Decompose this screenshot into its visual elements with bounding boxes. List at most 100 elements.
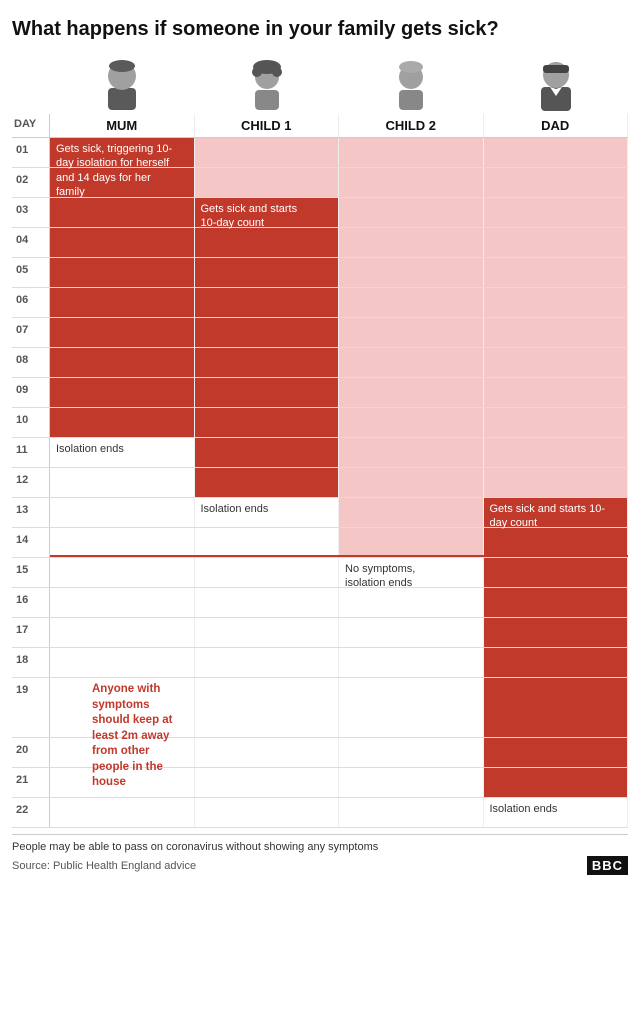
dad-day17 (484, 618, 629, 647)
row-01: 01 Gets sick, triggering 10-day isolatio… (12, 138, 628, 168)
mum-day13 (50, 498, 195, 527)
dad-icon (528, 54, 584, 114)
child2-day02 (339, 168, 484, 197)
mum-day16 (50, 588, 195, 617)
child1-iso-end: Isolation ends (197, 500, 273, 518)
child1-day02 (195, 168, 340, 197)
row-19: 19 Anyone with symptoms should keep at l… (12, 678, 628, 738)
mum-day01: Gets sick, triggering 10-day isolation f… (50, 138, 195, 167)
dad-day18 (484, 648, 629, 677)
day-header: DAY (12, 114, 50, 137)
page-title: What happens if someone in your family g… (12, 16, 628, 42)
child1-day01 (195, 138, 340, 167)
child1-day16 (195, 588, 340, 617)
mum-day03 (50, 198, 195, 227)
mum-day14 (50, 528, 195, 557)
child1-day15 (195, 558, 340, 587)
footer: People may be able to pass on coronaviru… (12, 834, 628, 875)
child2-icon (383, 54, 439, 114)
child2-day10 (339, 408, 484, 437)
dad-day14 (484, 528, 629, 557)
mum-day09 (50, 378, 195, 407)
child2-icon-col (339, 54, 484, 114)
row-08: 08 (12, 348, 628, 378)
child1-day07 (195, 318, 340, 347)
child1-day21 (195, 768, 340, 797)
row-16: 16 (12, 588, 628, 618)
row-18: 18 (12, 648, 628, 678)
mum-day12 (50, 468, 195, 497)
annotation-text: Anyone with symptoms should keep at leas… (92, 682, 190, 791)
dad-day19 (484, 678, 629, 737)
dad-day12 (484, 468, 629, 497)
header-row: DAY MUM CHILD 1 CHILD 2 DAD (12, 114, 628, 138)
child1-day05 (195, 258, 340, 287)
chart-area: DAY MUM CHILD 1 CHILD 2 DAD 01 Gets sick… (12, 54, 628, 875)
child2-day07 (339, 318, 484, 347)
row-13: 13 Isolation ends Gets sick and starts 1… (12, 498, 628, 528)
child2-day12 (339, 468, 484, 497)
child1-day08 (195, 348, 340, 377)
child1-day06 (195, 288, 340, 317)
child1-icon (239, 54, 295, 114)
mum-day06 (50, 288, 195, 317)
child2-day05 (339, 258, 484, 287)
mum-day15 (50, 558, 195, 587)
dad-day08 (484, 348, 629, 377)
dad-day22: Isolation ends (484, 798, 629, 827)
mum-day05 (50, 258, 195, 287)
dad-day11 (484, 438, 629, 467)
row-17: 17 (12, 618, 628, 648)
child1-day19 (195, 678, 340, 737)
row-02: 02 (12, 168, 628, 198)
child2-day13 (339, 498, 484, 527)
footer-source-text: Source: Public Health England advice (12, 860, 196, 872)
child2-day22 (339, 798, 484, 827)
red-divider-line (50, 555, 628, 557)
child1-day11 (195, 438, 340, 467)
child2-day11 (339, 438, 484, 467)
row-04: 04 (12, 228, 628, 258)
child1-day20 (195, 738, 340, 767)
child1-col-header: CHILD 1 (195, 114, 340, 137)
child2-day14 (339, 528, 484, 557)
child2-day18 (339, 648, 484, 677)
child1-day22 (195, 798, 340, 827)
mum-day07 (50, 318, 195, 347)
dad-day01 (484, 138, 629, 167)
row-14: 14 (12, 528, 628, 558)
row-09: 09 (12, 378, 628, 408)
dad-day20 (484, 738, 629, 767)
child1-icon-col (195, 54, 340, 114)
row-03: 03 Gets sick and starts 10-day count (12, 198, 628, 228)
dad-day13: Gets sick and starts 10-day count (484, 498, 629, 527)
row-06: 06 (12, 288, 628, 318)
dad-day09 (484, 378, 629, 407)
child2-day04 (339, 228, 484, 257)
mum-day08 (50, 348, 195, 377)
child2-col-header: CHILD 2 (339, 114, 484, 137)
row-11: 11 Isolation ends (12, 438, 628, 468)
child2-day03 (339, 198, 484, 227)
mum-day18 (50, 648, 195, 677)
child1-day17 (195, 618, 340, 647)
child1-day10 (195, 408, 340, 437)
row-10: 10 (12, 408, 628, 438)
dad-day16 (484, 588, 629, 617)
child2-day20 (339, 738, 484, 767)
row-05: 05 (12, 258, 628, 288)
row-12: 12 (12, 468, 628, 498)
footer-source-row: Source: Public Health England advice BBC (12, 856, 628, 875)
dad-day04 (484, 228, 629, 257)
dad-day06 (484, 288, 629, 317)
dad-day10 (484, 408, 629, 437)
dad-day05 (484, 258, 629, 287)
child2-day01 (339, 138, 484, 167)
child1-day14 (195, 528, 340, 557)
mum-icon-col (50, 54, 195, 114)
mum-col-header: MUM (50, 114, 195, 137)
mum-day19: Anyone with symptoms should keep at leas… (50, 678, 195, 737)
child1-day09 (195, 378, 340, 407)
dad-day15 (484, 558, 629, 587)
dad-icon-col (484, 54, 629, 114)
